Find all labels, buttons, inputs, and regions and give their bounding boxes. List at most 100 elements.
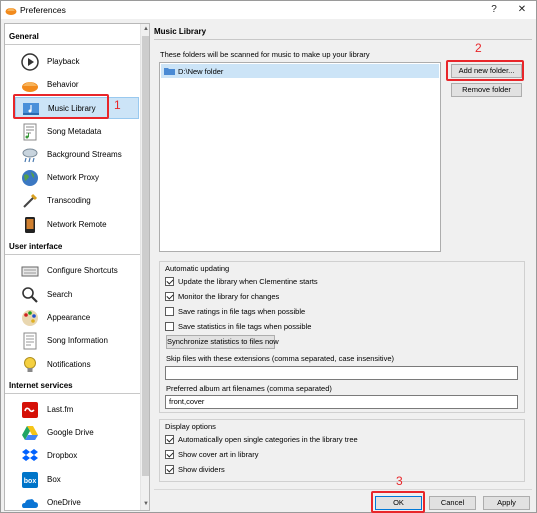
album-art-label: Preferred album art filenames (comma sep…: [166, 384, 332, 393]
globe-icon: [22, 170, 38, 186]
checkbox-label: Automatically open single categories in …: [178, 435, 358, 444]
folder-path: D:\New folder: [178, 67, 224, 76]
lastfm-icon: [22, 402, 38, 418]
checkbox-unchecked[interactable]: [165, 307, 174, 316]
sidebar-item-background-streams[interactable]: Background Streams: [15, 144, 139, 166]
palette-icon: [22, 310, 38, 326]
sidebar-item-label: Song Metadata: [47, 127, 102, 136]
sidebar-item-label: Transcoding: [47, 196, 91, 205]
phone-icon: [25, 217, 35, 233]
sidebar-item-dropbox[interactable]: Dropbox: [15, 445, 139, 467]
automatic-updating-group: Automatic updating Update the library wh…: [159, 261, 525, 413]
transcoding-icon: [23, 193, 38, 208]
checkbox-checked[interactable]: [165, 435, 174, 444]
clementine-icon: [5, 8, 17, 15]
skip-extensions-label: Skip files with these extensions (comma …: [166, 354, 395, 363]
scrollbar-thumb[interactable]: [142, 36, 149, 476]
sidebar-item-onedrive[interactable]: OneDrive: [15, 492, 139, 510]
list-item[interactable]: D:\New folder: [161, 64, 439, 78]
sidebar-scrollbar[interactable]: ▲ ▼: [140, 24, 149, 510]
sidebar-item-lastfm[interactable]: Last.fm: [15, 399, 139, 421]
divider: [5, 44, 140, 45]
checkbox-unchecked[interactable]: [165, 322, 174, 331]
onedrive-icon: [22, 499, 38, 508]
callout-number: 3: [396, 474, 403, 488]
section-user-interface: User interface: [9, 242, 63, 251]
callout-number: 1: [114, 98, 121, 112]
album-art-input[interactable]: front,cover: [165, 395, 518, 409]
cloud-rain-icon: [22, 148, 38, 163]
magnifier-icon: [22, 287, 38, 303]
sidebar-item-label: Google Drive: [47, 428, 94, 437]
skip-extensions-input[interactable]: [165, 366, 518, 380]
sidebar-item-configure-shortcuts[interactable]: Configure Shortcuts: [15, 260, 139, 282]
divider: [154, 39, 532, 40]
scroll-up-icon[interactable]: ▲: [142, 25, 149, 33]
sidebar-item-label: Last.fm: [47, 405, 74, 414]
sidebar-item-label: Appearance: [47, 313, 91, 322]
sidebar-item-appearance[interactable]: Appearance: [15, 307, 139, 329]
sidebar-item-transcoding[interactable]: Transcoding: [15, 190, 139, 212]
checkbox-label: Show dividers: [178, 465, 225, 474]
sidebar-item-playback[interactable]: Playback: [15, 51, 139, 73]
checkbox-checked[interactable]: [165, 277, 174, 286]
divider: [5, 254, 140, 255]
section-internet-services: Internet services: [9, 381, 73, 390]
sidebar-item-box[interactable]: box Box: [15, 469, 139, 491]
section-general: General: [9, 32, 39, 41]
play-icon: [21, 53, 39, 71]
divider: [154, 489, 532, 490]
lightbulb-icon: [24, 357, 36, 372]
preferences-window: Preferences ? ✕ General Playback Behavio…: [0, 0, 537, 513]
group-title: Display options: [165, 422, 216, 431]
close-button[interactable]: ✕: [513, 3, 531, 17]
sidebar-item-network-remote[interactable]: Network Remote: [15, 214, 139, 236]
checkbox-checked[interactable]: [165, 292, 174, 301]
sidebar-item-song-information[interactable]: Song Information: [15, 330, 139, 352]
sidebar-item-notifications[interactable]: Notifications: [15, 354, 139, 376]
sidebar-item-search[interactable]: Search: [15, 284, 139, 306]
google-drive-icon: [22, 426, 38, 440]
checkbox-label: Show cover art in library: [178, 450, 259, 459]
checkbox-label: Monitor the library for changes: [178, 292, 280, 301]
apply-button[interactable]: Apply: [483, 496, 530, 510]
checkbox-checked[interactable]: [165, 465, 174, 474]
sidebar-item-song-metadata[interactable]: Song Metadata: [15, 121, 139, 143]
page-title: Music Library: [154, 27, 207, 36]
clementine-icon: [22, 82, 38, 92]
callout-box-add-folder: [446, 60, 524, 81]
sidebar-item-label: Configure Shortcuts: [47, 266, 118, 275]
song-metadata-icon: [23, 123, 37, 141]
checkbox-label: Save statistics in file tags when possib…: [178, 322, 312, 331]
scan-description: These folders will be scanned for music …: [160, 50, 370, 59]
sidebar-item-label: Search: [47, 290, 73, 299]
cancel-button[interactable]: Cancel: [429, 496, 476, 510]
scroll-down-icon[interactable]: ▼: [142, 500, 149, 508]
title-bar: Preferences ? ✕: [1, 1, 536, 19]
checkbox-checked[interactable]: [165, 450, 174, 459]
sidebar-item-label: Network Proxy: [47, 173, 100, 182]
sidebar-item-label: OneDrive: [47, 498, 81, 507]
divider: [5, 393, 140, 394]
help-button[interactable]: ?: [485, 3, 503, 17]
svg-text:box: box: [24, 478, 37, 485]
folder-list[interactable]: D:\New folder: [159, 62, 441, 252]
checkbox-label: Update the library when Clementine start…: [178, 277, 318, 286]
song-info-icon: [23, 332, 37, 350]
sidebar-item-behavior[interactable]: Behavior: [15, 74, 139, 96]
display-options-group: Display options Automatically open singl…: [159, 419, 525, 482]
sidebar-item-label: Behavior: [47, 80, 79, 89]
sidebar-item-label: Notifications: [47, 360, 91, 369]
sidebar-item-label: Network Remote: [47, 220, 107, 229]
checkbox-label: Save ratings in file tags when possible: [178, 307, 306, 316]
sidebar-item-label: Background Streams: [47, 150, 122, 159]
sidebar-item-network-proxy[interactable]: Network Proxy: [15, 167, 139, 189]
box-icon: box: [22, 472, 38, 488]
sync-statistics-button[interactable]: Synchronize statistics to files now: [166, 335, 279, 349]
window-title: Preferences: [20, 5, 66, 15]
sidebar-item-label: Playback: [47, 57, 80, 66]
sidebar-item-label: Box: [47, 475, 61, 484]
callout-box-ok: [371, 491, 425, 513]
remove-folder-button[interactable]: Remove folder: [451, 83, 522, 97]
sidebar-item-google-drive[interactable]: Google Drive: [15, 422, 139, 444]
